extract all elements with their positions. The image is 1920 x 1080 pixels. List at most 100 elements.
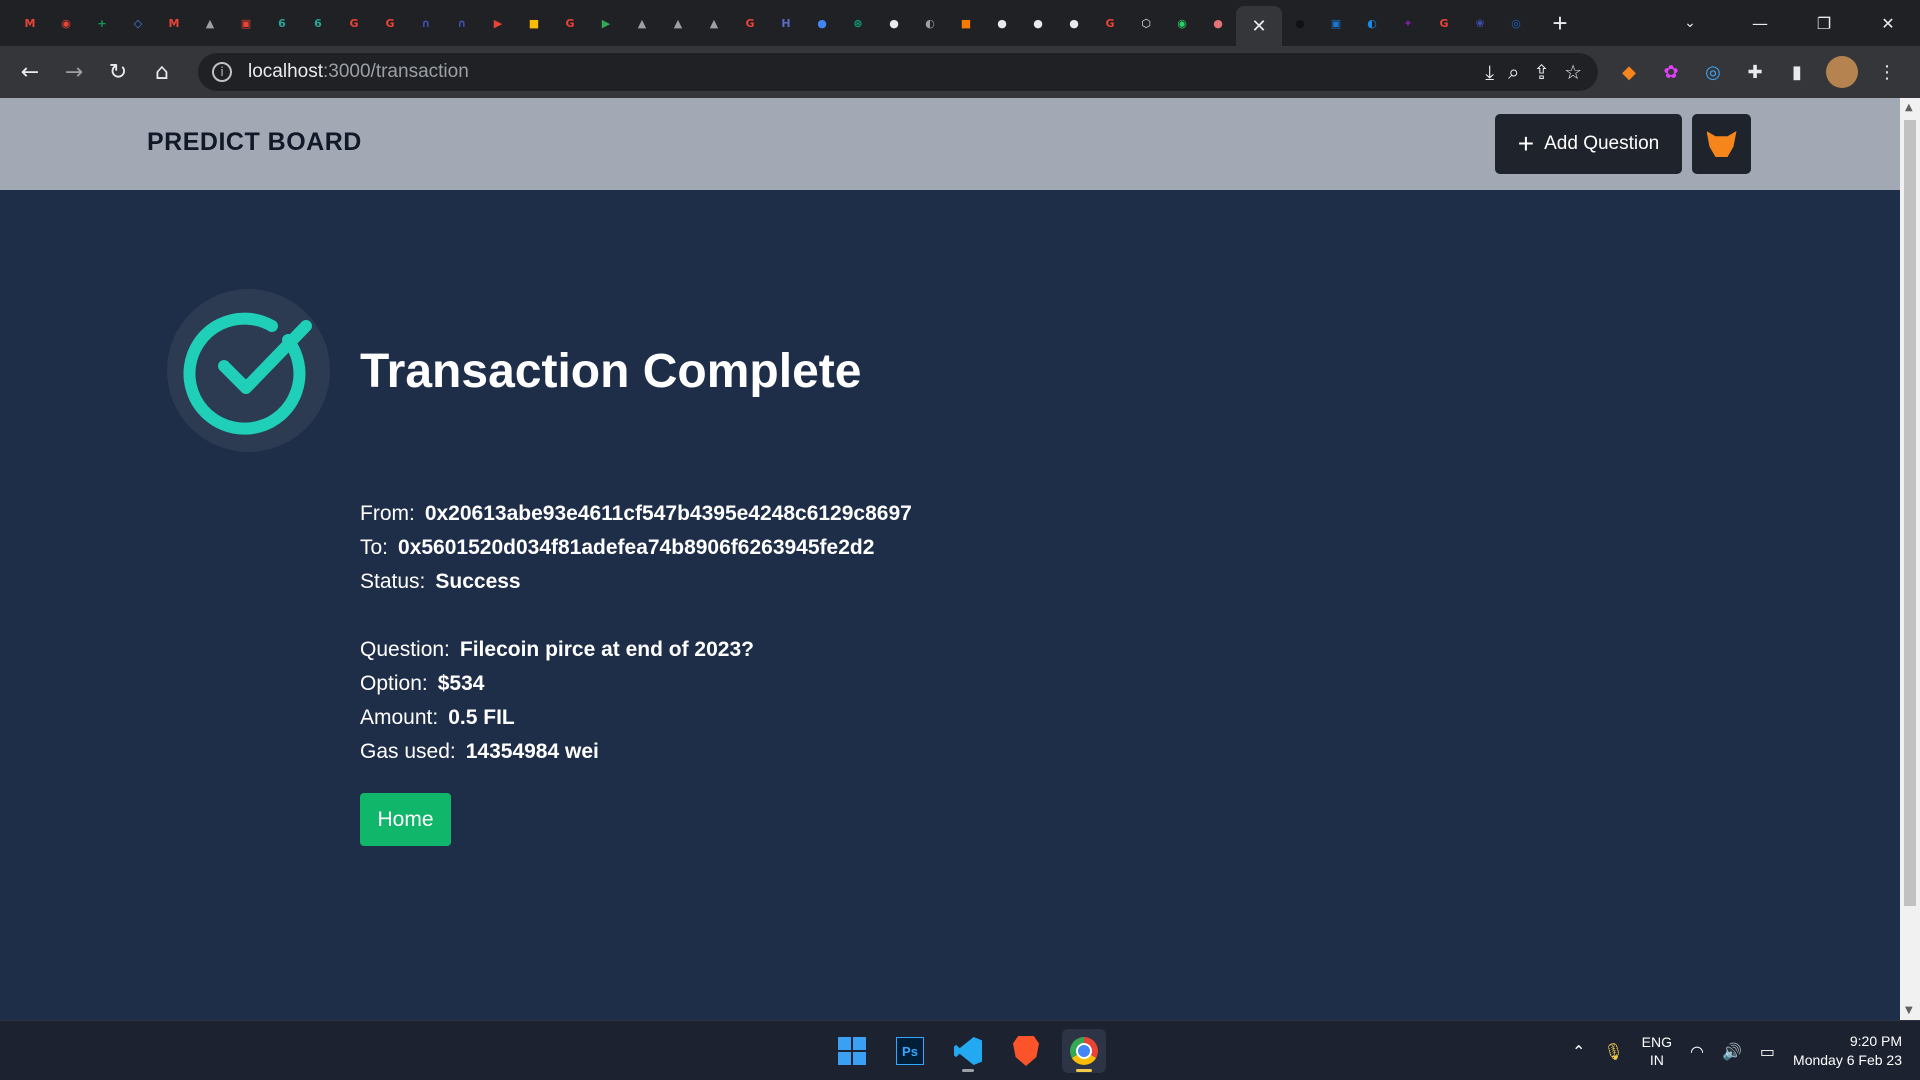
microphone-icon[interactable]: 🎙 [1603,1042,1623,1061]
wifi-icon[interactable]: ◠ [1690,1042,1704,1061]
browser-tab[interactable]: ▣ [1318,0,1354,46]
browser-tab[interactable]: ◐ [912,0,948,46]
page-scrollbar[interactable]: ▲ ▼ [1900,98,1920,1020]
amount-value: 0.5 FIL [448,706,515,729]
show-hidden-icons-chevron-icon[interactable]: ⌃ [1572,1042,1585,1061]
address-bar[interactable]: i localhost:3000/transaction ⤓ ⌕ ⇪ ☆ [198,53,1598,91]
close-window-icon[interactable]: ✕ [1856,0,1920,46]
taskbar-vscode[interactable] [946,1029,990,1073]
browser-tab[interactable]: ● [1282,0,1318,46]
start-button[interactable] [830,1029,874,1073]
amount-label: Amount: [360,706,439,729]
browser-tab[interactable]: G [552,0,588,46]
browser-tab[interactable]: ◇ [120,0,156,46]
google-icon: G [565,16,575,30]
browser-tab[interactable]: ⬡ [1128,0,1164,46]
browser-tab[interactable]: + [84,0,120,46]
system-tray: ⌃ 🎙 ENG IN ◠ 🔊 ▭ 9:20 PM Monday 6 Feb 23 [1572,1021,1902,1080]
browser-tab[interactable]: G [336,0,372,46]
browser-tab[interactable]: ✦ [1390,0,1426,46]
clock[interactable]: 9:20 PM Monday 6 Feb 23 [1793,1032,1902,1070]
page-icon: ▲ [637,16,647,30]
windows-taskbar: Ps ⌃ 🎙 ENG IN ◠ 🔊 ▭ 9:20 PM Monday 6 Feb… [0,1020,1920,1080]
wallet-button[interactable] [1692,114,1751,174]
back-icon[interactable]: ← [8,50,52,94]
browser-tab[interactable]: ◉ [48,0,84,46]
reload-icon[interactable]: ↻ [96,50,140,94]
new-tab-button[interactable]: + [1540,0,1580,46]
browser-tab[interactable]: ● [804,0,840,46]
extensions-puzzle-icon[interactable]: ✚ [1742,59,1768,85]
site-info-icon[interactable]: i [212,62,232,82]
app-header: PREDICT BOARD + Add Question [0,98,1900,190]
profile-avatar[interactable] [1826,56,1858,88]
color-extension-icon[interactable]: ✿ [1658,59,1684,85]
browser-tab[interactable]: ■ [516,0,552,46]
taskbar-chrome[interactable] [1062,1029,1106,1073]
github-icon: ● [1069,16,1079,30]
zoom-icon[interactable]: ⌕ [1508,60,1519,84]
app-icon: ▣ [240,16,252,30]
taskbar-photoshop[interactable]: Ps [888,1029,932,1073]
browser-tab[interactable]: ▲ [660,0,696,46]
browser-tab[interactable]: ◎ [1498,0,1534,46]
browser-tab[interactable]: 6 [300,0,336,46]
browser-tab[interactable]: ▣ [228,0,264,46]
browser-tab[interactable]: ● [1200,0,1236,46]
browser-tab[interactable]: G [1092,0,1128,46]
browser-tab[interactable]: ∩ [408,0,444,46]
browser-tab[interactable]: ▲ [624,0,660,46]
browser-tab[interactable]: ■ [948,0,984,46]
taskbar-brave[interactable] [1004,1029,1048,1073]
browser-tab[interactable]: ▶ [480,0,516,46]
home-icon[interactable]: ⌂ [140,50,184,94]
browser-tab[interactable]: ● [1056,0,1092,46]
browser-tab[interactable]: ∩ [444,0,480,46]
browser-tab[interactable]: ● [984,0,1020,46]
menu-kebab-icon[interactable]: ⋮ [1874,59,1900,85]
add-question-label: Add Question [1544,133,1660,154]
browser-tab[interactable]: ▲ [192,0,228,46]
browser-tab-strip: M ◉ + ◇ M ▲ ▣ 6 6 G G ∩ ∩ ▶ ■ G ▶ ▲ ▲ ▲ G H ● ⊛ ● ◐ ■ ● ● ● G ⬡ ◉ ● ✕ ● ▣ ◐… [0,0,1920,46]
app-icon: ◎ [1511,16,1521,30]
browser-tab[interactable]: ● [1020,0,1056,46]
from-address: 0x20613abe93e4611cf547b4395e4248c6129c86… [424,502,912,525]
to-address: 0x5601520d034f81adefea74b8906f6263945fe2… [398,536,875,559]
share-icon[interactable]: ⇪ [1533,60,1550,84]
browser-tab[interactable]: ❀ [1462,0,1498,46]
browser-tab[interactable]: ◉ [1164,0,1200,46]
browser-tab[interactable]: ⊛ [840,0,876,46]
browser-tab[interactable]: G [1426,0,1462,46]
ring-extension-icon[interactable]: ◎ [1700,59,1726,85]
browser-tab[interactable]: 6 [264,0,300,46]
active-tab-close-icon[interactable]: ✕ [1236,6,1282,46]
input-language[interactable]: ENG IN [1642,1033,1672,1069]
add-question-button[interactable]: + Add Question [1495,114,1682,174]
home-button[interactable]: Home [360,793,451,846]
volume-icon[interactable]: 🔊 [1722,1042,1742,1061]
page-icon: ▲ [709,16,719,30]
side-panel-icon[interactable]: ▮ [1784,59,1810,85]
browser-tab[interactable]: G [372,0,408,46]
browser-tab[interactable]: ▲ [696,0,732,46]
metamask-extension-icon[interactable]: ◆ [1616,59,1642,85]
restore-icon[interactable]: ❐ [1792,0,1856,46]
scroll-down-arrow-icon[interactable]: ▼ [1905,1005,1913,1016]
install-icon[interactable]: ⤓ [1485,60,1494,84]
browser-tab[interactable]: M [12,0,48,46]
bookmark-star-icon[interactable]: ☆ [1564,60,1582,84]
minimize-icon[interactable]: — [1728,0,1792,46]
battery-icon[interactable]: ▭ [1760,1042,1775,1061]
browser-tab[interactable]: ▶ [588,0,624,46]
browser-tab[interactable]: G [732,0,768,46]
google-icon: G [1439,16,1449,30]
tab-search-icon[interactable]: ⌄ [1670,0,1710,46]
browser-tab[interactable]: H [768,0,804,46]
scrollbar-thumb[interactable] [1904,120,1916,906]
browser-tab[interactable]: ◐ [1354,0,1390,46]
tab-favicons: M ◉ + ◇ M ▲ ▣ 6 6 G G ∩ ∩ ▶ ■ G ▶ ▲ ▲ ▲ G H ● ⊛ ● ◐ ■ ● ● ● G ⬡ ◉ ● [12,0,1236,46]
forward-icon[interactable]: → [52,50,96,94]
scroll-up-arrow-icon[interactable]: ▲ [1905,102,1913,113]
browser-tab[interactable]: ● [876,0,912,46]
browser-tab[interactable]: M [156,0,192,46]
